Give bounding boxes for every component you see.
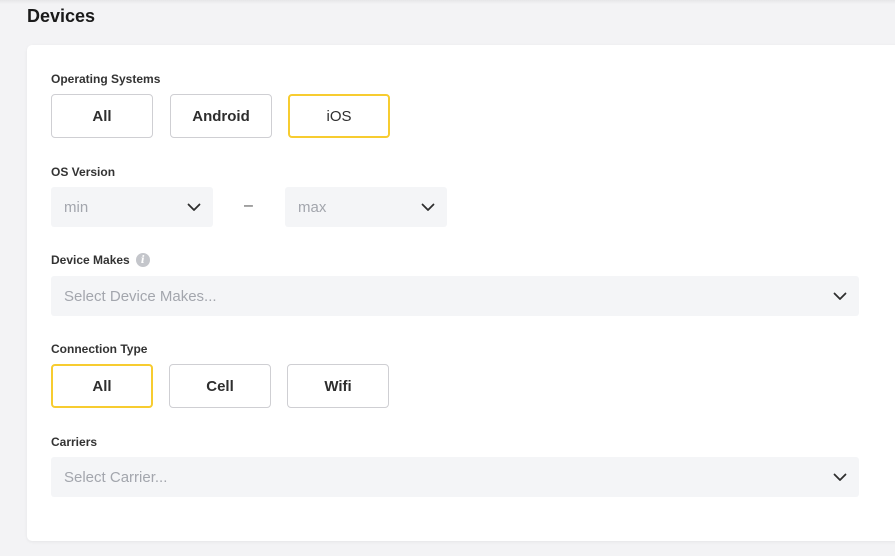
os-version-min-placeholder: min [64, 198, 89, 216]
os-option-android[interactable]: Android [170, 94, 272, 138]
os-version-label: OS Version [51, 165, 116, 179]
carriers-placeholder: Select Carrier... [64, 468, 168, 486]
top-shadow [0, 0, 895, 4]
connection-option-all[interactable]: All [51, 364, 153, 408]
chevron-down-icon [833, 289, 847, 303]
os-version-min-select[interactable]: min [51, 187, 213, 227]
chevron-down-icon [421, 200, 435, 214]
device-makes-label: Device Makes [51, 253, 130, 267]
device-makes-label-row: Device Makes i [51, 253, 150, 267]
os-option-all[interactable]: All [51, 94, 153, 138]
carriers-select[interactable]: Select Carrier... [51, 457, 859, 497]
operating-systems-label: Operating Systems [51, 72, 161, 86]
device-makes-placeholder: Select Device Makes... [64, 287, 217, 305]
os-version-max-select[interactable]: max [285, 187, 447, 227]
chevron-down-icon [187, 200, 201, 214]
connection-option-wifi[interactable]: Wifi [287, 364, 389, 408]
info-icon[interactable]: i [135, 253, 150, 267]
carriers-label: Carriers [51, 435, 98, 449]
chevron-down-icon [833, 470, 847, 484]
connection-option-cell[interactable]: Cell [169, 364, 271, 408]
section-title: Devices [27, 6, 96, 26]
device-makes-select[interactable]: Select Device Makes... [51, 276, 859, 316]
range-separator: – [244, 197, 253, 214]
connection-type-label: Connection Type [51, 342, 148, 356]
os-option-ios[interactable]: iOS [288, 94, 390, 138]
os-version-max-placeholder: max [298, 198, 327, 216]
